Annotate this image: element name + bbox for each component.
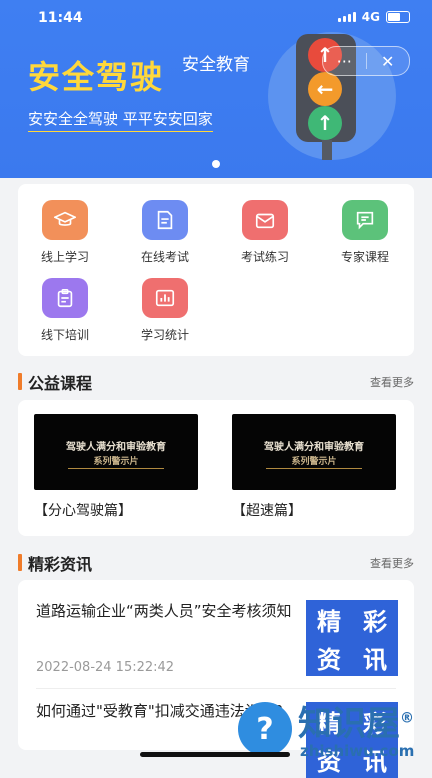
course-label: 【超速篇】 xyxy=(232,503,302,519)
section-accent-bar xyxy=(18,554,22,571)
menu-item-online-exam[interactable]: 在线考试 xyxy=(120,200,210,265)
course-item[interactable]: 驾驶人满分和审验教育 系列警示片 【分心驾驶篇】 xyxy=(34,414,198,520)
courses-more-link[interactable]: 查看更多 xyxy=(370,374,414,390)
news-title: 道路运输企业“两类人员”安全考核须知 xyxy=(36,602,292,620)
courses-card: 驾驶人满分和审验教育 系列警示片 【分心驾驶篇】 驾驶人满分和审验教育 系列警示… xyxy=(18,400,414,536)
course-item[interactable]: 驾驶人满分和审验教育 系列警示片 【超速篇】 xyxy=(232,414,396,520)
chat-icon xyxy=(342,200,388,240)
course-thumbnail: 驾驶人满分和审验教育 系列警示片 xyxy=(232,414,396,490)
home-indicator[interactable] xyxy=(140,752,290,757)
watermark-text: 知识屋® xyxy=(298,704,414,744)
news-img-char: 彩 xyxy=(363,607,387,636)
carousel-indicator[interactable] xyxy=(212,160,220,168)
clipboard-icon xyxy=(42,278,88,318)
top-banner[interactable]: 11:44 4G 安全驾驶 安全教育 安安全全驾驶 平平安安回家 ↑ ← ↑ ·… xyxy=(0,0,432,178)
menu-label: 专家课程 xyxy=(340,250,389,264)
news-img-char: 讯 xyxy=(363,645,387,674)
news-item[interactable]: 道路运输企业“两类人员”安全考核须知 2022-08-24 15:22:42 精… xyxy=(36,598,398,688)
thumb-divider xyxy=(266,468,362,469)
watermark-logo-icon: ? xyxy=(238,702,292,756)
status-bar: 11:44 4G xyxy=(0,8,432,30)
section-accent-bar xyxy=(18,373,22,390)
menu-label: 线下培训 xyxy=(40,328,89,342)
banner-subtitle: 安全教育 xyxy=(182,55,250,75)
banner-title: 安全驾驶 xyxy=(28,58,165,96)
thumb-divider xyxy=(68,468,164,469)
status-time: 11:44 xyxy=(38,10,83,26)
news-date: 2022-08-24 15:22:42 xyxy=(36,660,175,675)
menu-label: 线上学习 xyxy=(40,250,89,264)
menu-item-offline-training[interactable]: 线下培训 xyxy=(20,278,110,343)
close-icon[interactable]: ✕ xyxy=(367,52,410,71)
section-title: 精彩资讯 xyxy=(28,555,93,574)
news-divider xyxy=(36,688,396,689)
menu-label: 在线考试 xyxy=(140,250,189,264)
feature-grid: 线上学习 在线考试 考试练习 专家课程 线下培训 学习统计 xyxy=(18,184,414,356)
more-icon[interactable]: ··· xyxy=(323,52,366,71)
graduation-cap-icon xyxy=(42,200,88,240)
course-thumbnail: 驾驶人满分和审验教育 系列警示片 xyxy=(34,414,198,490)
document-icon xyxy=(142,200,188,240)
watermark-domain: zhishiwu.com xyxy=(300,742,415,760)
menu-item-online-study[interactable]: 线上学习 xyxy=(20,200,110,265)
battery-icon xyxy=(386,11,410,23)
menu-label: 考试练习 xyxy=(240,250,289,264)
traffic-light-pole xyxy=(322,140,332,160)
news-section-header: 精彩资讯 查看更多 xyxy=(18,551,414,575)
chart-icon xyxy=(142,278,188,318)
envelope-icon xyxy=(242,200,288,240)
menu-item-exam-practice[interactable]: 考试练习 xyxy=(220,200,310,265)
news-img-char: 精 xyxy=(317,607,341,636)
menu-item-study-stats[interactable]: 学习统计 xyxy=(120,278,210,343)
news-more-link[interactable]: 查看更多 xyxy=(370,555,414,571)
orange-lamp-icon: ← xyxy=(308,72,342,106)
watermark: ? 知识屋® zhishiwu.com xyxy=(232,696,432,768)
menu-item-expert-course[interactable]: 专家课程 xyxy=(320,200,410,265)
menu-label: 学习统计 xyxy=(140,328,189,342)
thumb-title: 驾驶人满分和审验教育 xyxy=(66,442,166,453)
banner-slogan: 安安全全驾驶 平平安安回家 xyxy=(28,108,213,132)
network-label: 4G xyxy=(361,10,380,24)
thumb-subtitle: 系列警示片 xyxy=(291,457,337,467)
status-right: 4G xyxy=(337,10,410,24)
course-label: 【分心驾驶篇】 xyxy=(34,503,132,519)
news-img-char: 资 xyxy=(317,645,341,674)
section-title: 公益课程 xyxy=(28,374,93,393)
thumb-subtitle: 系列警示片 xyxy=(93,457,139,467)
thumb-title: 驾驶人满分和审验教育 xyxy=(264,442,364,453)
mini-program-capsule[interactable]: ··· ✕ xyxy=(322,46,410,76)
signal-icon xyxy=(337,12,356,22)
courses-section-header: 公益课程 查看更多 xyxy=(18,370,414,394)
green-lamp-icon: ↑ xyxy=(308,106,342,140)
news-thumbnail: 精 彩 资 讯 xyxy=(306,600,398,676)
